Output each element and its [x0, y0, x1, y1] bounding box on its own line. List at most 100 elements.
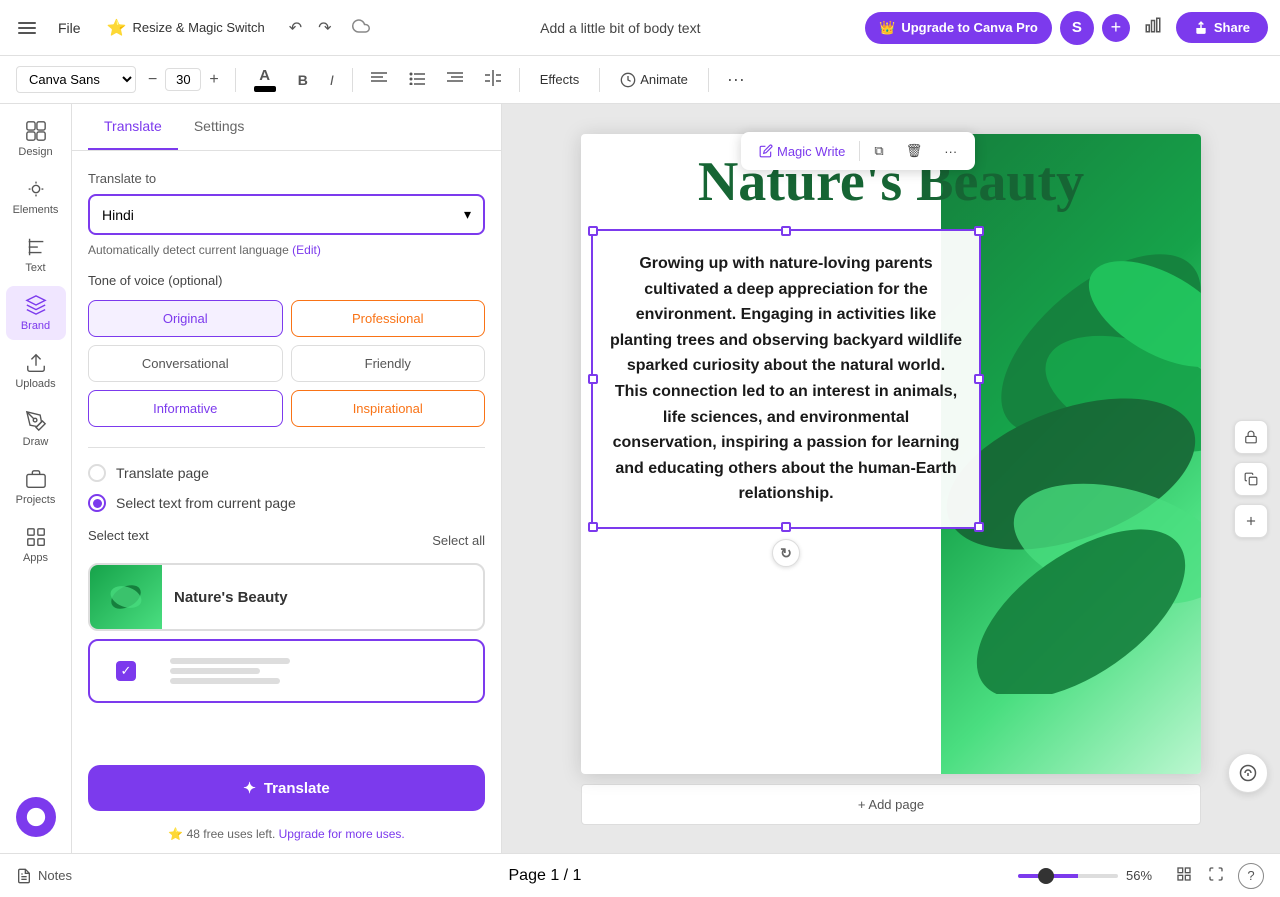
- tone-conversational[interactable]: Conversational: [88, 345, 283, 382]
- copy-slide-button[interactable]: ⧉: [866, 138, 891, 164]
- magic-write-label: Magic Write: [777, 144, 845, 159]
- effects-button[interactable]: Effects: [530, 67, 590, 92]
- translate-page-option[interactable]: Translate page: [88, 464, 485, 482]
- font-family-select[interactable]: Canva Sans: [16, 66, 136, 93]
- tone-label: Tone of voice (optional): [88, 273, 485, 288]
- text-item-natures-beauty-label: Nature's Beauty: [162, 589, 300, 606]
- main-area: Design Elements Text Brand Uploads Draw …: [0, 104, 1280, 853]
- translate-button[interactable]: ✦ Translate: [88, 765, 485, 811]
- select-text-option[interactable]: Select text from current page: [88, 494, 485, 512]
- resize-handle-tl[interactable]: [588, 226, 598, 236]
- zoom-value: 56%: [1126, 868, 1162, 883]
- text-spacing-button[interactable]: [477, 65, 509, 94]
- resize-handle-tm[interactable]: [781, 226, 791, 236]
- top-bar-left: File ⭐ Resize & Magic Switch ↶ ↷: [12, 11, 376, 44]
- share-button[interactable]: Share: [1176, 12, 1268, 43]
- select-text-radio[interactable]: [88, 494, 106, 512]
- lock-button[interactable]: [1234, 420, 1268, 454]
- delete-slide-button[interactable]: 🗑: [898, 138, 931, 164]
- rotate-handle[interactable]: ↻: [772, 539, 800, 567]
- document-title[interactable]: [518, 14, 723, 42]
- more-options-button[interactable]: ···: [719, 64, 753, 95]
- zoom-slider[interactable]: [1018, 874, 1118, 878]
- sidebar-item-elements[interactable]: Elements: [6, 170, 66, 224]
- notes-button[interactable]: Notes: [16, 868, 72, 884]
- sidebar-item-projects[interactable]: Projects: [6, 460, 66, 514]
- tone-informative[interactable]: Informative: [88, 390, 283, 427]
- add-collaborator-button[interactable]: +: [1102, 14, 1130, 42]
- italic-button[interactable]: I: [322, 67, 342, 93]
- menu-button[interactable]: [12, 16, 42, 40]
- fullscreen-button[interactable]: [1202, 862, 1230, 889]
- auto-detect-edit-link[interactable]: (Edit): [292, 243, 321, 257]
- magic-write-button[interactable]: Magic Write: [751, 139, 853, 164]
- magic-assist-button[interactable]: [1228, 753, 1268, 793]
- resize-handle-rm[interactable]: [974, 374, 984, 384]
- font-size-control: − +: [142, 67, 225, 93]
- tone-inspirational[interactable]: Inspirational: [291, 390, 486, 427]
- slide-text-box[interactable]: Growing up with nature-loving parents cu…: [591, 229, 981, 529]
- sidebar-item-brand[interactable]: Brand: [6, 286, 66, 340]
- save-cloud-button[interactable]: [346, 11, 376, 44]
- canvas-area: Magic Write ⧉ 🗑 ···: [502, 104, 1280, 853]
- resize-handle-tr[interactable]: [974, 226, 984, 236]
- redo-button[interactable]: ↷: [312, 12, 337, 44]
- add-page-bar[interactable]: + Add page: [581, 784, 1201, 825]
- page-indicator: Page 1 / 1: [80, 867, 1010, 885]
- sidebar-item-design[interactable]: Design: [6, 112, 66, 166]
- help-button[interactable]: ?: [1238, 863, 1264, 889]
- align-left-button[interactable]: [363, 66, 395, 93]
- font-size-input[interactable]: [165, 68, 201, 91]
- notes-icon: [16, 868, 32, 884]
- analytics-button[interactable]: [1138, 10, 1168, 45]
- resize-handle-bm[interactable]: [781, 522, 791, 532]
- divider-2: [352, 68, 353, 92]
- select-text-label: Select text from current page: [116, 495, 296, 511]
- tone-grid: Original Professional Conversational Fri…: [88, 300, 485, 427]
- draw-icon: [25, 410, 47, 432]
- add-element-button[interactable]: [1234, 504, 1268, 538]
- text-item-body[interactable]: ✓: [88, 639, 485, 703]
- elements-icon: [25, 178, 47, 200]
- text-item-natures-beauty[interactable]: Nature's Beauty: [88, 563, 485, 631]
- resize-handle-bl[interactable]: [588, 522, 598, 532]
- select-all-button[interactable]: Select all: [432, 533, 485, 548]
- resize-handle-br[interactable]: [974, 522, 984, 532]
- line-2: [170, 668, 260, 674]
- undo-button[interactable]: ↶: [283, 12, 308, 44]
- fullscreen-icon: [1208, 866, 1224, 882]
- sidebar-item-text[interactable]: Text: [6, 228, 66, 282]
- bottom-bar: Notes Page 1 / 1 56% ?: [0, 853, 1280, 897]
- sidebar-item-label-brand: Brand: [21, 320, 50, 332]
- body-checkbox[interactable]: ✓: [116, 661, 136, 681]
- sidebar-item-draw[interactable]: Draw: [6, 402, 66, 456]
- upgrade-button[interactable]: 👑 Upgrade to Canva Pro: [865, 12, 1052, 44]
- resize-handle-lm[interactable]: [588, 374, 598, 384]
- duplicate-button[interactable]: [1234, 462, 1268, 496]
- projects-icon: [25, 468, 47, 490]
- user-avatar[interactable]: S: [1060, 11, 1094, 45]
- tone-friendly[interactable]: Friendly: [291, 345, 486, 382]
- more-slide-options[interactable]: ···: [936, 139, 965, 164]
- list-button[interactable]: [401, 66, 433, 93]
- animate-button[interactable]: Animate: [610, 67, 698, 93]
- language-select[interactable]: Hindi ▾: [88, 194, 485, 235]
- tone-professional[interactable]: Professional: [291, 300, 486, 337]
- indent-button[interactable]: [439, 66, 471, 93]
- translate-page-radio[interactable]: [88, 464, 106, 482]
- file-menu-button[interactable]: File: [50, 16, 89, 40]
- tab-translate[interactable]: Translate: [88, 104, 178, 150]
- canva-assistant-button[interactable]: [16, 797, 56, 837]
- slide-body-text: Growing up with nature-loving parents cu…: [610, 255, 962, 502]
- upgrade-link[interactable]: Upgrade for more uses.: [279, 827, 405, 841]
- sidebar-item-apps[interactable]: Apps: [6, 518, 66, 572]
- bold-button[interactable]: B: [290, 67, 316, 93]
- font-size-decrease[interactable]: −: [142, 67, 163, 93]
- sidebar-item-uploads[interactable]: Uploads: [6, 344, 66, 398]
- grid-view-button[interactable]: [1170, 862, 1198, 889]
- text-color-button[interactable]: A: [246, 62, 284, 97]
- magic-switch-button[interactable]: ⭐ Resize & Magic Switch: [97, 12, 275, 44]
- font-size-increase[interactable]: +: [203, 67, 224, 93]
- tone-original[interactable]: Original: [88, 300, 283, 337]
- tab-settings[interactable]: Settings: [178, 104, 261, 150]
